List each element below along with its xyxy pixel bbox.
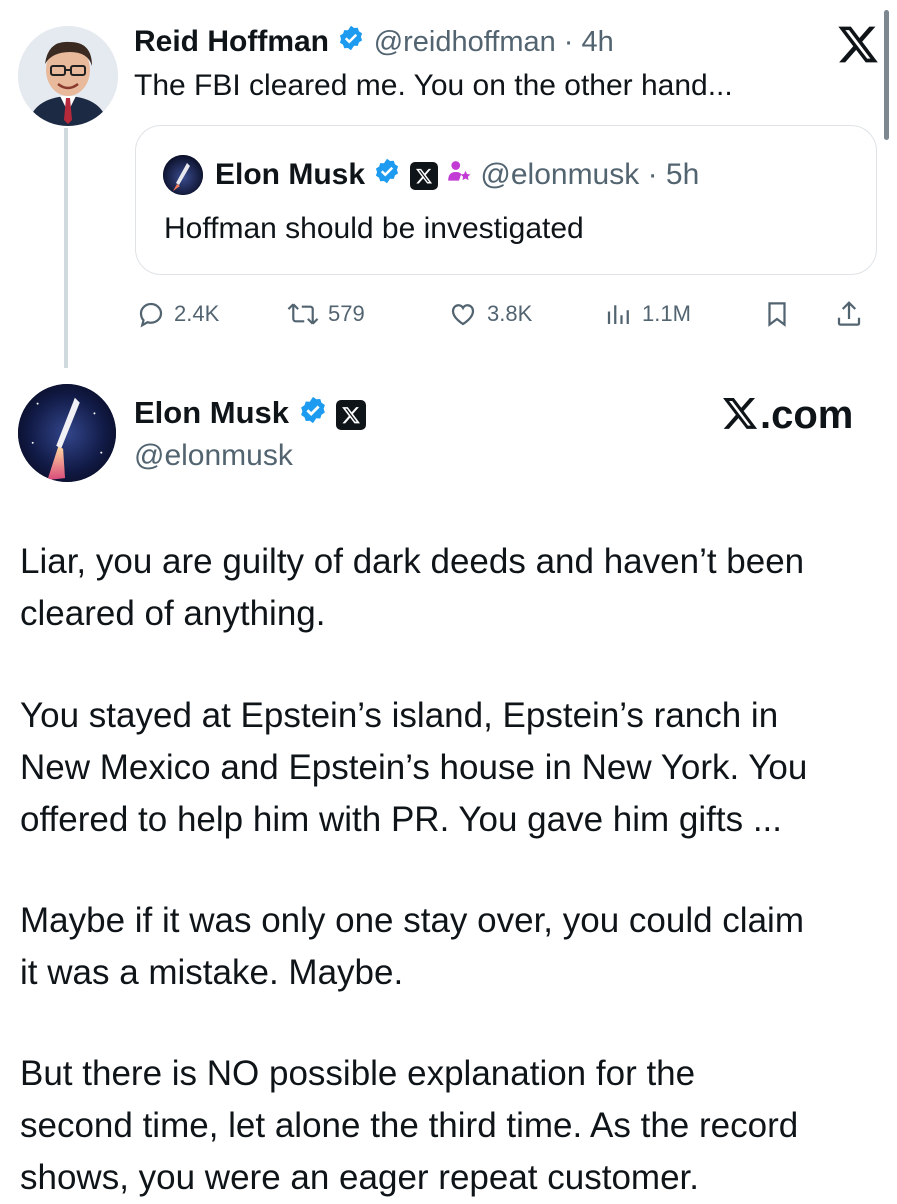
elon-musk-quote-avatar	[163, 155, 203, 195]
verified-badge-icon	[298, 395, 328, 435]
reid-author-name[interactable]: Reid Hoffman	[134, 25, 329, 58]
thread-connector-line	[64, 128, 68, 368]
reid-hoffman-avatar[interactable]	[18, 26, 118, 126]
like-icon	[451, 304, 475, 326]
verified-badge-icon	[373, 156, 401, 196]
reply-button[interactable]: 2.4K	[136, 294, 219, 334]
bookmark-icon	[768, 302, 786, 327]
x-com-watermark: .com	[720, 393, 853, 441]
post-paragraph: But there is NO possible explanation for…	[20, 1048, 880, 1204]
elon-musk-avatar[interactable]	[18, 384, 116, 482]
post-line: shows, you were an eager repeat customer…	[20, 1158, 699, 1197]
post-line: it was a mistake. Maybe.	[20, 953, 404, 992]
share-button[interactable]	[834, 294, 872, 334]
post-paragraph: Liar, you are guilty of dark deeds and h…	[20, 536, 880, 640]
quoted-tweet-text: Hoffman should be investigated	[164, 212, 584, 245]
post-line: Maybe if it was only one stay over, you …	[20, 901, 804, 940]
views-button[interactable]: 1.1M	[604, 294, 691, 334]
x-affiliate-badge-icon	[409, 162, 438, 191]
main-post-header: Elon Musk	[134, 393, 367, 435]
reply-count: 2.4K	[174, 301, 220, 326]
x-affiliate-badge-icon	[336, 399, 367, 430]
gov-badge-icon	[446, 156, 472, 196]
reid-tweet-text: The FBI cleared me. You on the other han…	[134, 69, 733, 102]
bookmark-button[interactable]	[762, 294, 800, 334]
post-line: cleared of anything.	[20, 594, 326, 633]
main-author-handle[interactable]: @elonmusk	[134, 436, 293, 476]
share-icon	[837, 301, 861, 326]
post-line: But there is NO possible explanation for…	[20, 1054, 696, 1093]
views-count: 1.1M	[642, 301, 691, 326]
quoted-tweet-card[interactable]	[135, 125, 877, 275]
post-line: second time, let alone the third time. A…	[20, 1106, 799, 1145]
repost-icon	[287, 303, 319, 325]
post-paragraph: You stayed at Epstein’s island, Epstein’…	[20, 690, 880, 846]
like-button[interactable]: 3.8K	[447, 294, 532, 334]
x-logo-icon[interactable]	[836, 22, 880, 66]
like-count: 3.8K	[487, 301, 533, 326]
scrollbar-thumb[interactable]	[884, 10, 889, 140]
post-line: offered to help him with PR. You gave hi…	[20, 800, 783, 839]
repost-button[interactable]: 579	[286, 294, 365, 334]
x-logo-icon	[720, 394, 760, 441]
post-paragraph: Maybe if it was only one stay over, you …	[20, 895, 880, 999]
quote-handle-time[interactable]: @elonmusk · 5h	[480, 158, 699, 191]
quote-author-name[interactable]: Elon Musk	[215, 158, 365, 191]
reply-icon	[139, 302, 163, 328]
quoted-tweet-header: Elon Musk @elonmusk · 5h	[215, 155, 699, 196]
views-icon	[607, 305, 629, 324]
x-com-label: .com	[760, 393, 854, 437]
post-line: You stayed at Epstein’s island, Epstein’…	[20, 696, 779, 735]
repost-count: 579	[328, 301, 365, 326]
post-line: Liar, you are guilty of dark deeds and h…	[20, 542, 805, 581]
post-line: New Mexico and Epstein’s house in New Yo…	[20, 748, 808, 787]
reid-handle-time[interactable]: @reidhoffman · 4h	[374, 26, 614, 58]
main-author-name[interactable]: Elon Musk	[134, 395, 289, 430]
verified-badge-icon	[337, 23, 365, 63]
reid-tweet-header: Reid Hoffman @reidhoffman · 4h	[134, 22, 614, 63]
